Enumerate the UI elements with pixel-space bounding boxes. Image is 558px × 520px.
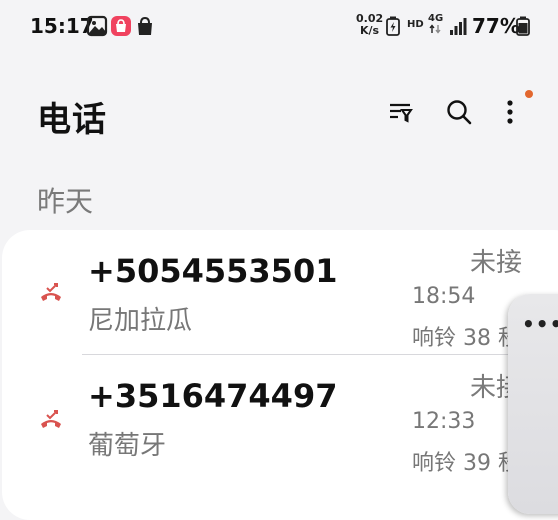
notification-dot	[525, 90, 533, 98]
edge-panel-handle[interactable]: •••	[508, 294, 558, 514]
gallery-icon	[86, 15, 108, 37]
hd-indicator: HD	[407, 19, 424, 30]
filter-icon	[390, 103, 413, 123]
battery-saver-icon	[386, 16, 408, 38]
network-type: 4G	[428, 13, 444, 24]
more-options-button[interactable]	[490, 92, 530, 132]
search-icon	[447, 100, 472, 125]
call-status: 未接	[470, 248, 523, 278]
ring-duration: 响铃 38 秒	[412, 326, 520, 351]
date-section-header: 昨天	[37, 185, 94, 218]
call-time: 12:33	[412, 409, 476, 434]
missed-call-icon	[38, 407, 64, 433]
call-log-item[interactable]: +3516474497 葡萄牙 未接 12:33 响铃 39 秒	[2, 355, 558, 479]
status-time: 15:17	[30, 14, 94, 38]
search-button[interactable]	[439, 92, 479, 132]
signal-icon	[448, 16, 470, 38]
call-log-card: +5054553501 尼加拉瓜 未接 18:54 响铃 38 秒 +35164…	[2, 230, 558, 520]
network-speed-unit: K/s	[360, 24, 380, 37]
caller-location: 尼加拉瓜	[88, 306, 193, 336]
caller-location: 葡萄牙	[88, 431, 167, 461]
phone-number: +5054553501	[88, 252, 338, 290]
missed-call-icon	[38, 280, 64, 306]
battery-icon	[516, 16, 538, 38]
call-time: 18:54	[412, 284, 476, 309]
network-speed: 0.02 K/s	[356, 13, 383, 37]
mobile-data-indicator: 4G	[428, 13, 443, 37]
page-title: 电话	[37, 100, 107, 140]
battery-percentage: 77%	[472, 14, 520, 38]
edge-panel-menu-icon: •••	[522, 312, 558, 336]
ring-duration: 响铃 39 秒	[412, 451, 520, 476]
more-vertical-icon	[507, 100, 513, 124]
shopping-app-icon	[110, 15, 132, 37]
bag-icon	[134, 15, 156, 37]
phone-number: +3516474497	[88, 377, 338, 415]
data-arrows-icon	[429, 24, 441, 34]
status-bar: 15:17 0.02 K/s HD 4G 77%	[0, 0, 558, 56]
call-log-item[interactable]: +5054553501 尼加拉瓜 未接 18:54 响铃 38 秒	[2, 230, 558, 354]
filter-button[interactable]	[380, 92, 420, 132]
